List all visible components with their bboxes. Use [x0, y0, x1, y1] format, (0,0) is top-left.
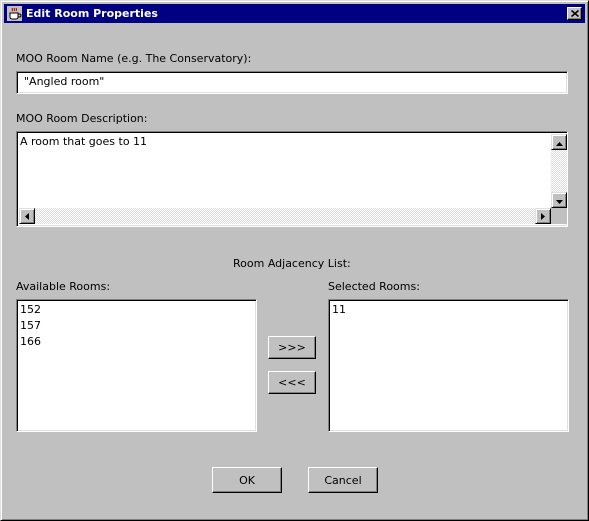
- available-rooms-label: Available Rooms:: [16, 280, 111, 293]
- arrow-left-icon: [25, 210, 29, 223]
- list-item[interactable]: 11: [332, 302, 346, 318]
- available-rooms-list[interactable]: 152 157 166: [16, 299, 257, 432]
- arrow-down-icon: [555, 194, 563, 207]
- room-name-input[interactable]: "Angled room": [16, 71, 568, 94]
- scroll-corner: [551, 208, 567, 224]
- room-name-label: MOO Room Name (e.g. The Conservatory):: [16, 52, 252, 65]
- edit-room-properties-dialog: Edit Room Properties MOO Room Name (e.g.…: [0, 0, 589, 521]
- ok-button[interactable]: OK: [212, 467, 282, 493]
- add-room-button[interactable]: >>>: [268, 336, 316, 359]
- vertical-scroll-track[interactable]: [551, 150, 567, 192]
- list-item[interactable]: 166: [20, 334, 41, 350]
- close-button[interactable]: [567, 7, 582, 20]
- room-description-value: A room that goes to 11: [20, 135, 148, 148]
- horizontal-scroll-track[interactable]: [35, 208, 535, 224]
- scroll-down-button[interactable]: [551, 192, 567, 208]
- selected-rooms-label: Selected Rooms:: [328, 280, 420, 293]
- scroll-right-button[interactable]: [535, 208, 551, 224]
- selected-rooms-list[interactable]: 11: [328, 299, 569, 432]
- close-icon: [570, 7, 579, 20]
- title-bar[interactable]: Edit Room Properties: [4, 4, 585, 23]
- scroll-left-button[interactable]: [19, 208, 35, 224]
- adjacency-heading: Room Adjacency List:: [233, 257, 351, 270]
- remove-room-button[interactable]: <<<: [268, 371, 316, 394]
- cancel-button[interactable]: Cancel: [308, 467, 378, 493]
- window-title: Edit Room Properties: [26, 7, 158, 20]
- room-description-label: MOO Room Description:: [16, 112, 148, 125]
- room-name-value: "Angled room": [24, 75, 105, 88]
- java-cup-icon: [7, 6, 22, 21]
- list-item[interactable]: 157: [20, 318, 41, 334]
- scroll-up-button[interactable]: [551, 134, 567, 150]
- list-item[interactable]: 152: [20, 302, 41, 318]
- room-description-textarea[interactable]: A room that goes to 11: [16, 131, 568, 227]
- arrow-right-icon: [541, 210, 545, 223]
- arrow-up-icon: [555, 136, 563, 149]
